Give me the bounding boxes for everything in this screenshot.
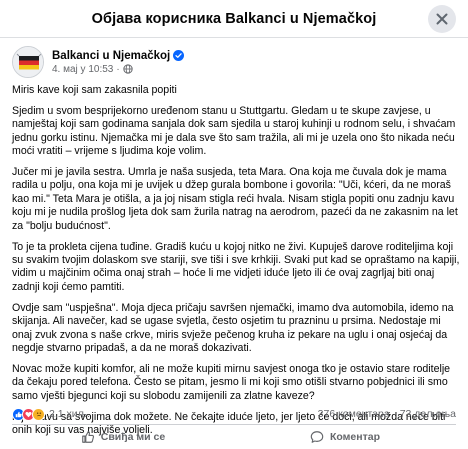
page-logo-icon [13,47,43,77]
post-paragraph: To je ta prokleta cijena tuđine. Gradiš … [12,240,460,293]
comment-icon [310,431,324,443]
globe-icon [123,64,133,74]
post-stats: 2,1 хиљ. 376 коментара 73 дељења [12,406,456,422]
post-paragraph: Ovdje sam "uspješna". Moja djeca pričaju… [12,301,454,354]
like-label: Свиђа ми се [100,431,166,443]
reactions-count[interactable]: 2,1 хиљ. [49,408,90,420]
close-icon [436,13,448,25]
avatar[interactable] [12,46,44,78]
comment-label: Коментар [329,431,381,443]
post-paragraph: Miris kave koji sam zakasnila popiti [12,84,177,96]
post-paragraph: Novac može kupiti komfor, ali ne može ku… [12,362,451,402]
post-actions: Свиђа ми се Коментар [12,426,456,448]
modal-title: Објава корисника Balkanci u Njemačkoj [91,10,377,27]
close-button[interactable] [428,5,456,33]
author-name[interactable]: Balkanci u Njemačkoj [52,50,170,62]
post-paragraph: Jučer mi je javila sestra. Umrla je naša… [12,166,458,232]
thumbs-up-icon [81,431,94,443]
post-paragraph: Sjedim u svom besprijekorno uređenom sta… [12,104,456,158]
post-body: Miris kave koji sam zakasnila popiti Sje… [12,84,460,445]
like-button[interactable]: Свиђа ми се [12,426,234,448]
divider [12,424,456,425]
comments-count[interactable]: 376 коментара [318,408,390,420]
separator-dot: · [116,63,120,75]
modal-header: Објава корисника Balkanci u Njemačkoj [0,0,468,38]
comment-button[interactable]: Коментар [234,426,456,448]
reactions-summary[interactable]: 2,1 хиљ. [12,407,90,421]
post-date[interactable]: 4. мај у 10:53 [52,64,113,75]
verified-badge-icon [173,50,185,61]
post-header: Balkanci u Njemačkoj 4. мај у 10:53 · [12,44,185,80]
sad-reaction-icon [32,407,45,421]
shares-count[interactable]: 73 дељења [400,408,456,420]
